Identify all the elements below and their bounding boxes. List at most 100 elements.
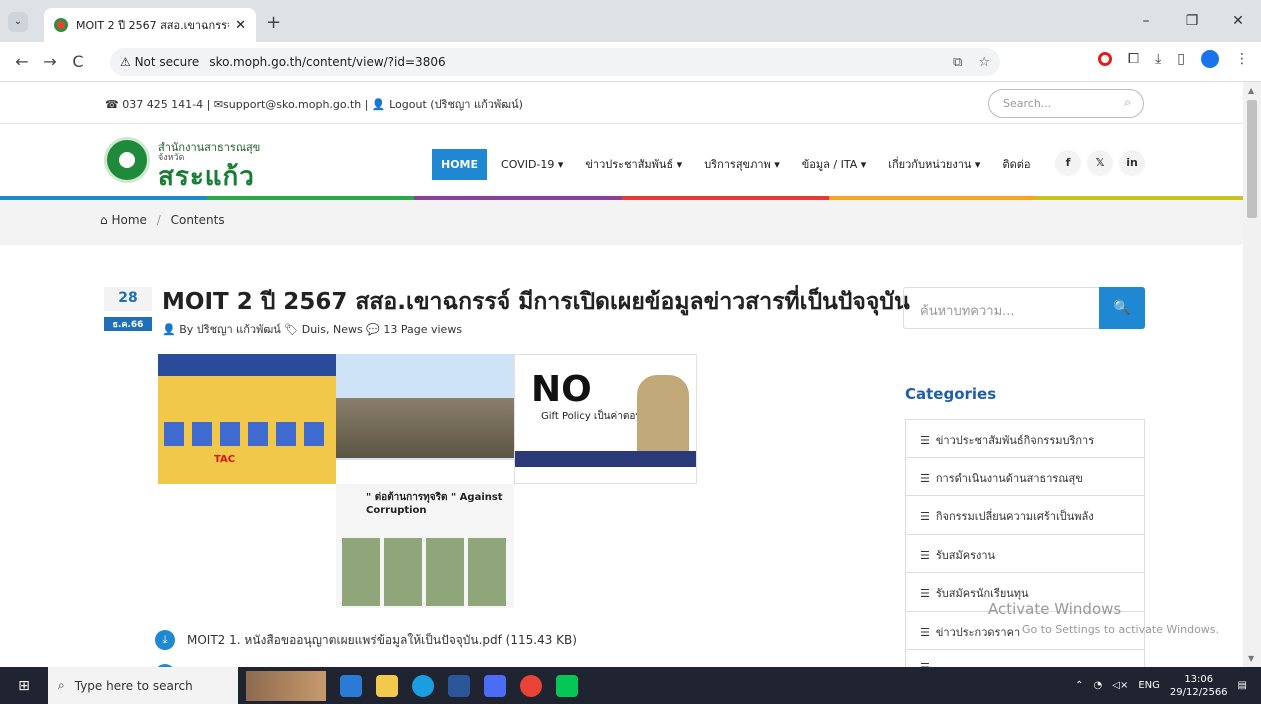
sidebar-search-button[interactable]: 🔍 <box>1099 287 1145 329</box>
line-icon[interactable] <box>556 674 578 697</box>
menu-services[interactable]: บริการสุขภาพ ▾ <box>704 155 780 173</box>
top-contact-bar: ☎ 037 425 141-4 | ✉support@sko.moph.go.t… <box>0 82 1243 124</box>
minimize-button[interactable]: – <box>1123 0 1169 42</box>
breadcrumb-home[interactable]: Home <box>111 213 146 227</box>
site-header: สำนักงานสาธารณสุข จังหวัด สระแก้ว HOME C… <box>0 124 1243 196</box>
category-item[interactable]: ☰ การดำเนินงานด้านสาธารณสุข <box>905 457 1145 496</box>
browser-tab[interactable]: MOIT 2 ปี 2567 สสอ.เขาฉกรรจ์ มีก ✕ <box>44 8 256 42</box>
forward-button[interactable]: → <box>36 52 64 71</box>
bookmark-star-icon[interactable]: ☆ <box>978 55 990 70</box>
security-indicator[interactable]: ⚠ Not secure <box>120 55 199 69</box>
clock-date: 29/12/2566 <box>1169 686 1228 698</box>
article-image-poster-1[interactable]: TAC <box>158 354 336 484</box>
opera-extension-icon[interactable] <box>1097 52 1112 66</box>
facebook-icon[interactable]: f <box>1055 150 1081 176</box>
categories-heading: Categories <box>905 385 997 403</box>
windows-taskbar: ⊞ ⌕ Type here to search ⌃ ◔ ◁× ENG 13:06… <box>0 667 1261 704</box>
list-icon: ☰ <box>920 434 930 447</box>
site-favicon-icon <box>54 18 68 32</box>
menu-about[interactable]: เกี่ยวกับหน่วยงาน ▾ <box>888 155 980 173</box>
logo-province: สระแก้ว <box>158 162 255 192</box>
download-icon[interactable]: ⤓ <box>1155 51 1161 67</box>
post-date-day: 28 <box>104 287 152 311</box>
category-item[interactable]: ☰ กิจกรรมเปลี่ยนความเศร้าเป็นพลัง <box>905 496 1145 535</box>
app-icon[interactable] <box>484 674 506 697</box>
chrome-icon[interactable] <box>520 674 542 697</box>
menu-data-ita[interactable]: ข้อมูล / ITA ▾ <box>802 155 866 173</box>
file-explorer-icon[interactable] <box>376 674 398 697</box>
download-icon[interactable]: ⤓ <box>155 630 175 650</box>
menu-home[interactable]: HOME <box>432 148 488 180</box>
network-icon[interactable]: ◔ <box>1094 680 1103 691</box>
menu-news[interactable]: ข่าวประชาสัมพันธ์ ▾ <box>585 155 682 173</box>
back-button[interactable]: ← <box>8 52 36 71</box>
notification-icon[interactable]: ▤ <box>1238 680 1247 691</box>
category-item[interactable]: ☰ รับสมัครงาน <box>905 534 1145 573</box>
list-icon: ☰ <box>920 471 930 485</box>
category-item[interactable]: ☰ <box>905 650 1145 667</box>
clock-time: 13:06 <box>1184 673 1214 685</box>
system-tray: ⌃ ◔ ◁× ENG 13:06 29/12/2566 ▤ <box>1075 667 1247 704</box>
window-controls: – ❐ ✕ <box>1123 0 1261 42</box>
browser-toolbar: ← → C ⚠ Not secure sko.moph.go.th/conten… <box>0 42 1261 82</box>
search-icon[interactable]: ⌕ <box>1124 95 1131 110</box>
menu-covid[interactable]: COVID-19 ▾ <box>501 158 563 171</box>
windows-start-icon[interactable]: ⊞ <box>0 678 48 694</box>
home-icon[interactable]: ⌂ <box>100 213 108 227</box>
url-text[interactable]: sko.moph.go.th/content/view/?id=3806 <box>209 55 445 69</box>
top-search-input[interactable]: Search... ⌕ <box>988 89 1144 118</box>
sidebar-search[interactable]: ค้นหาบทความ... 🔍 <box>903 287 1145 329</box>
list-icon: ☰ <box>920 548 930 562</box>
language-indicator[interactable]: ENG <box>1138 680 1160 691</box>
new-tab-button[interactable]: + <box>266 12 281 33</box>
mail-app-icon[interactable] <box>340 674 362 697</box>
moph-logo-icon[interactable] <box>104 137 150 183</box>
menu-kebab-icon[interactable]: ⋮ <box>1235 51 1249 67</box>
breadcrumb-separator: / <box>156 213 161 227</box>
list-icon: ☰ <box>920 587 930 600</box>
menu-contact[interactable]: ติดต่อ <box>1002 155 1030 173</box>
volume-icon[interactable]: ◁× <box>1112 680 1128 691</box>
clock[interactable]: 13:06 29/12/2566 <box>1170 673 1228 699</box>
linkedin-icon[interactable]: in <box>1119 150 1145 176</box>
browser-tab-strip: ⌄ MOIT 2 ปี 2567 สสอ.เขาฉกรรจ์ มีก ✕ + –… <box>0 0 1261 42</box>
tray-overflow-icon[interactable]: ⌃ <box>1075 680 1083 691</box>
attachment-label[interactable]: MOIT2 1. หนังสือขออนุญาตเผยแพร่ข้อมูลให้… <box>187 631 577 650</box>
scrollbar-thumb[interactable] <box>1247 100 1257 218</box>
reload-button[interactable]: C <box>64 52 92 71</box>
extensions-icon[interactable]: ⧠ <box>1128 51 1139 67</box>
scroll-down-icon[interactable]: ▼ <box>1248 654 1254 663</box>
tab-close-icon[interactable]: ✕ <box>235 18 246 33</box>
edge-icon[interactable] <box>412 674 434 697</box>
sidebar-search-input[interactable]: ค้นหาบทความ... <box>920 300 1015 321</box>
word-icon[interactable] <box>448 674 470 697</box>
attachment-link[interactable]: ⤓ MOIT2 1. หนังสือขออนุญาตเผยแพร่ข้อมูลใ… <box>155 630 577 650</box>
article-image-group-photo[interactable] <box>336 354 514 484</box>
article-meta[interactable]: 👤 By ปริชญา แก้วพัฒน์ 🏷 Duis, News 💬 13 … <box>162 320 462 338</box>
web-page: ☎ 037 425 141-4 | ✉support@sko.moph.go.t… <box>0 82 1243 667</box>
taskbar-apps <box>340 674 578 697</box>
page-scrollbar[interactable]: ▲ ▼ <box>1243 82 1261 667</box>
list-icon: ☰ <box>920 625 930 639</box>
article-image-against-corruption[interactable]: " ต่อต้านการทุจริต " Against Corruption <box>336 484 514 608</box>
search-icon: ⌕ <box>58 678 65 692</box>
profile-avatar[interactable] <box>1201 50 1219 68</box>
address-bar[interactable]: ⚠ Not secure sko.moph.go.th/content/view… <box>110 48 1000 76</box>
activate-windows-watermark: Activate Windows <box>988 600 1122 618</box>
taskbar-search[interactable]: ⌕ Type here to search <box>48 667 238 704</box>
taskbar-search-highlight-image[interactable] <box>246 670 326 701</box>
breadcrumb-current: Contents <box>170 213 225 227</box>
contact-info[interactable]: ☎ 037 425 141-4 | ✉support@sko.moph.go.t… <box>105 95 523 113</box>
activate-windows-subtext: Go to Settings to activate Windows. <box>1022 623 1220 636</box>
twitter-icon[interactable]: 𝕏 <box>1087 150 1113 176</box>
translate-icon[interactable]: ⧉ <box>953 55 962 70</box>
close-window-button[interactable]: ✕ <box>1215 0 1261 42</box>
social-links: f 𝕏 in <box>1055 150 1145 176</box>
side-panel-icon[interactable]: ▯ <box>1177 51 1185 67</box>
article-image-no-gift-policy[interactable]: NO Gift Policy เป็นค่าตอบแทน <box>514 354 697 484</box>
tab-list-button[interactable]: ⌄ <box>8 12 28 32</box>
scroll-up-icon[interactable]: ▲ <box>1248 86 1254 95</box>
restore-button[interactable]: ❐ <box>1169 0 1215 42</box>
category-item[interactable]: ☰ ข่าวประชาสัมพันธ์กิจกรรมบริการ <box>905 419 1145 458</box>
article-title: MOIT 2 ปี 2567 สสอ.เขาฉกรรจ์ มีการเปิดเผ… <box>162 289 910 315</box>
